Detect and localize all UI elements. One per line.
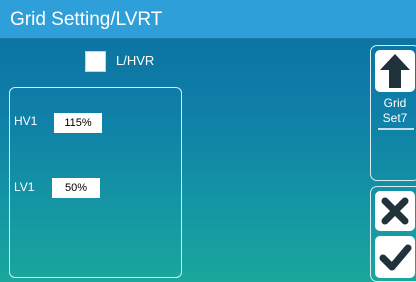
close-icon — [381, 197, 409, 225]
cancel-button[interactable] — [375, 191, 415, 231]
page-title: Grid Setting/LVRT — [0, 0, 416, 39]
grid-set-line-2: Set7 — [382, 111, 408, 125]
hv1-label: HV1 — [14, 114, 38, 128]
arrow-up-icon — [380, 54, 410, 88]
hv1-input[interactable]: 115% — [54, 113, 102, 133]
lhvr-checkbox[interactable] — [85, 51, 106, 72]
grid-set-underline — [378, 128, 414, 130]
check-icon — [379, 244, 412, 271]
confirm-button[interactable] — [375, 236, 415, 278]
page-up-button[interactable] — [375, 50, 415, 92]
lv1-input[interactable]: 50% — [52, 178, 100, 198]
lv1-label: LV1 — [14, 180, 35, 194]
grid-set-line-1: Grid — [383, 96, 407, 110]
grid-set-page-label: Grid Set7 — [372, 96, 416, 126]
lhvr-label: L/HVR — [116, 53, 155, 68]
